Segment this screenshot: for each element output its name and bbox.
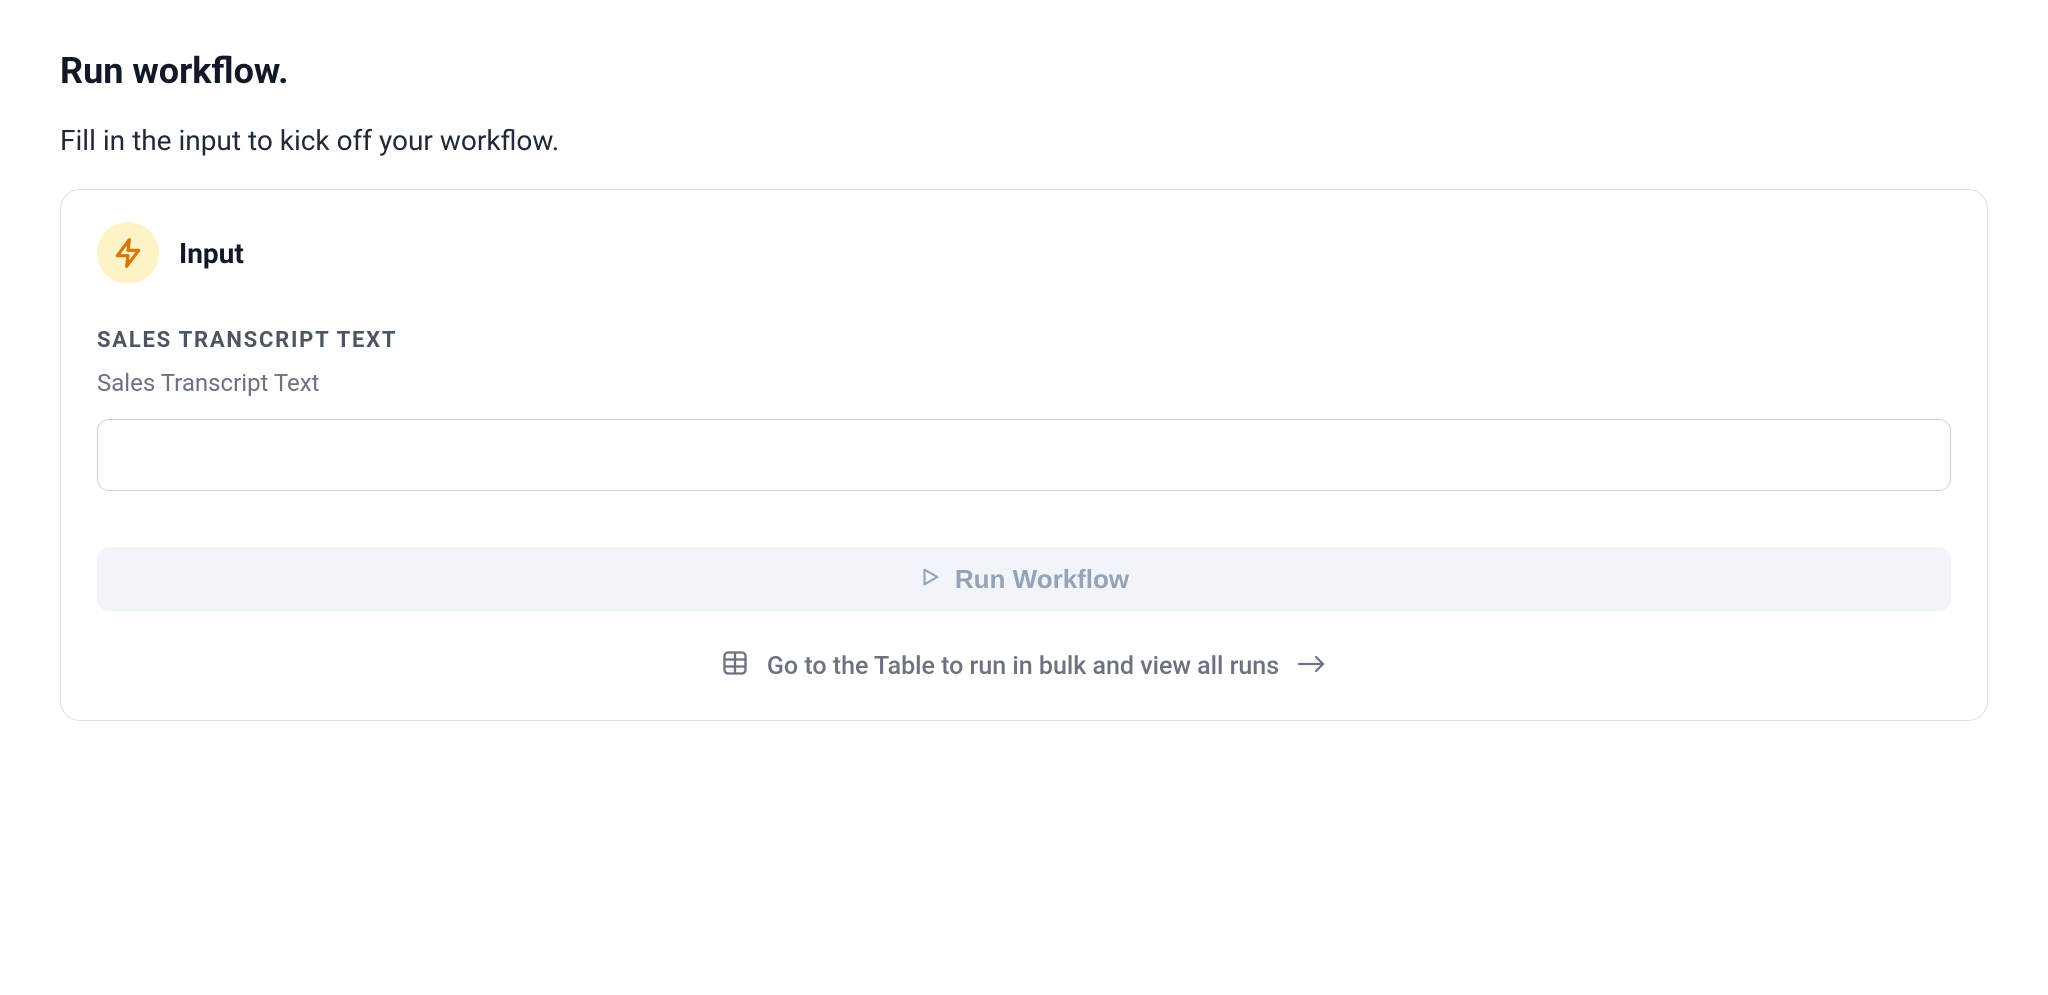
play-icon xyxy=(919,564,941,595)
table-icon xyxy=(721,649,749,684)
lightning-icon xyxy=(97,222,159,284)
section-title: Input xyxy=(179,237,244,270)
table-link-label: Go to the Table to run in bulk and view … xyxy=(767,652,1279,681)
field-description: Sales Transcript Text xyxy=(97,369,1951,397)
run-workflow-button[interactable]: Run Workflow xyxy=(97,547,1951,611)
section-header: Input xyxy=(97,222,1951,284)
arrow-right-icon xyxy=(1297,652,1327,681)
input-card: Input SALES TRANSCRIPT TEXT Sales Transc… xyxy=(60,189,1988,721)
sales-transcript-input[interactable] xyxy=(97,419,1951,491)
page-title: Run workflow. xyxy=(60,50,1988,92)
page-subtitle: Fill in the input to kick off your workf… xyxy=(60,124,1988,157)
run-button-label: Run Workflow xyxy=(955,564,1129,595)
field-label: SALES TRANSCRIPT TEXT xyxy=(97,328,1951,353)
go-to-table-link[interactable]: Go to the Table to run in bulk and view … xyxy=(97,639,1951,690)
